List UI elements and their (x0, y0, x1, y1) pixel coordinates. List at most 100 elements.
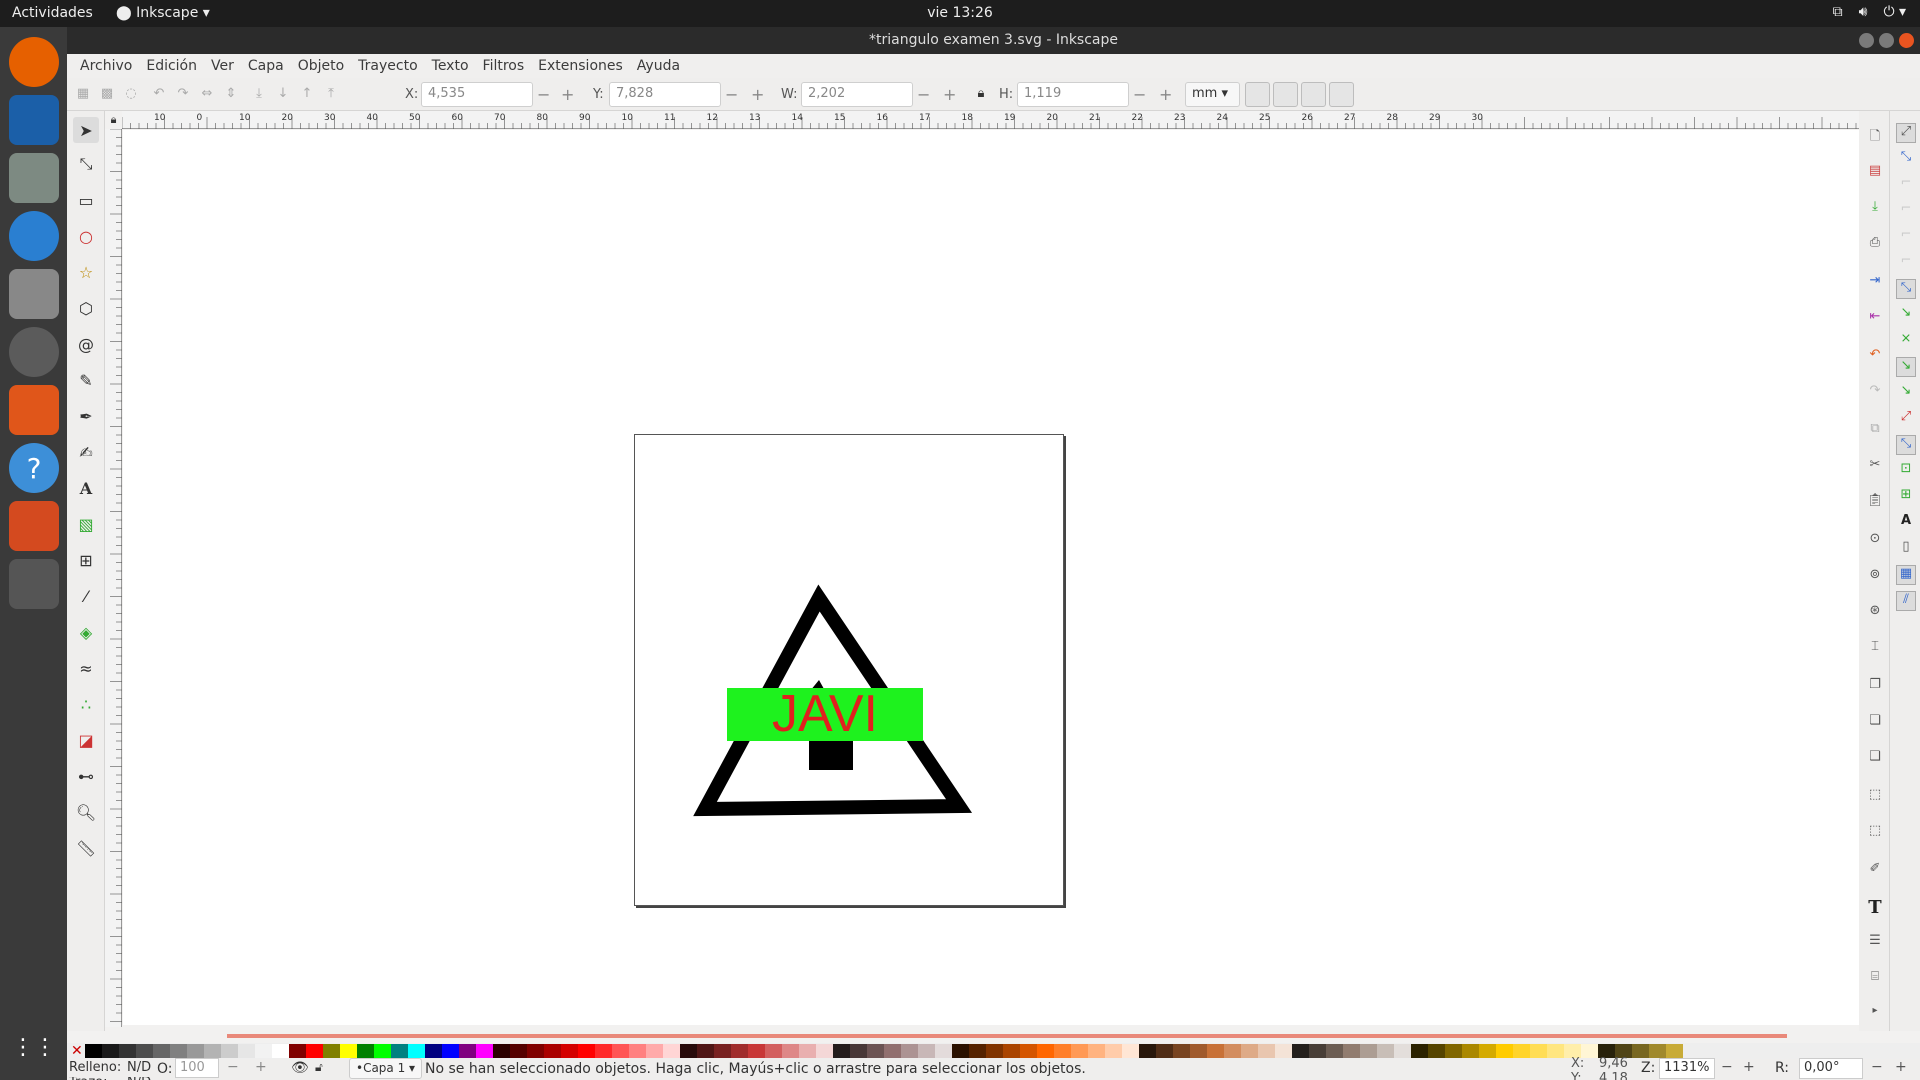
color-swatch[interactable] (969, 1044, 986, 1058)
snap-guides-icon[interactable]: ⫽ (1896, 591, 1916, 611)
opacity-field[interactable]: 100 (175, 1058, 219, 1078)
opacity-increment[interactable]: + (255, 1059, 267, 1075)
color-swatch[interactable] (748, 1044, 765, 1058)
raise-top-icon[interactable]: ⤒ (323, 86, 339, 102)
node-tool-icon[interactable]: ⤡ (73, 151, 99, 177)
rhythmbox-icon[interactable] (9, 327, 59, 377)
color-swatch[interactable] (1207, 1044, 1224, 1058)
zoom-page-icon[interactable]: ⊛ (1865, 603, 1885, 623)
color-swatch[interactable] (1003, 1044, 1020, 1058)
snap-intersections-icon[interactable]: ⨯ (1896, 331, 1916, 351)
text-font-icon[interactable]: T (1865, 897, 1885, 918)
w-increment[interactable]: + (943, 85, 956, 104)
snap-rotation-center-icon[interactable]: ⊞ (1896, 487, 1916, 507)
group-icon[interactable]: ⬚ (1865, 787, 1885, 807)
snap-smooth-nodes-icon[interactable]: ↘ (1896, 383, 1916, 403)
color-swatch[interactable] (289, 1044, 306, 1058)
color-swatch[interactable] (1020, 1044, 1037, 1058)
flip-vertical-icon[interactable]: ⇕ (223, 86, 239, 102)
menu-texto[interactable]: Texto (425, 54, 476, 78)
undo-icon[interactable]: ↶ (1865, 347, 1885, 367)
pen-tool-icon[interactable]: ✒ (73, 403, 99, 429)
color-swatch[interactable] (442, 1044, 459, 1058)
color-swatch[interactable] (1173, 1044, 1190, 1058)
inkscape-icon[interactable] (9, 559, 59, 609)
color-swatch[interactable] (323, 1044, 340, 1058)
color-swatch[interactable] (1258, 1044, 1275, 1058)
gradient-tool-icon[interactable]: ▧ (73, 511, 99, 537)
menu-capa[interactable]: Capa (241, 54, 291, 78)
firefox-icon[interactable] (9, 37, 59, 87)
system-tray[interactable]: ⧉ 🔊︎ ⏻ ▾ (1833, 4, 1906, 20)
lock-ratio-icon[interactable]: 🔒︎ (973, 86, 989, 102)
color-swatch[interactable] (816, 1044, 833, 1058)
menu-ver[interactable]: Ver (204, 54, 241, 78)
h-field[interactable]: 1,119 (1017, 82, 1129, 107)
paste-icon[interactable]: 📋︎ (1865, 493, 1885, 513)
fill-value[interactable]: N/D (127, 1060, 151, 1075)
new-document-icon[interactable]: 🗋︎ (1865, 127, 1885, 147)
guide-lock-icon[interactable]: 🔒︎ (105, 111, 122, 129)
snap-bbox-icon[interactable]: ⤡ (1896, 149, 1916, 169)
zoom-decrement[interactable]: − (1721, 1059, 1733, 1075)
snap-nodes-icon[interactable]: ⤡ (1896, 279, 1916, 299)
w-field[interactable]: 2,202 (801, 82, 913, 107)
color-swatch[interactable] (306, 1044, 323, 1058)
scale-stroke-button[interactable] (1245, 82, 1270, 107)
snap-others-icon[interactable]: ⤡ (1896, 435, 1916, 455)
import-icon[interactable]: ⇥ (1865, 273, 1885, 293)
snap-midpoints-icon[interactable]: ⤢ (1896, 409, 1916, 429)
color-swatch[interactable] (391, 1044, 408, 1058)
fill-stroke-icon[interactable]: ✐ (1865, 861, 1885, 881)
color-swatch[interactable] (629, 1044, 646, 1058)
zoom-drawing-icon[interactable]: ⊚ (1865, 567, 1885, 587)
color-swatch[interactable] (255, 1044, 272, 1058)
more-commands-icon[interactable]: ▸ (1865, 1005, 1885, 1025)
calc-icon[interactable] (9, 153, 59, 203)
vertical-ruler[interactable] (105, 128, 122, 1027)
snap-bbox-midpoints-icon[interactable]: ⌐ (1896, 227, 1916, 247)
connector-tool-icon[interactable]: ⊷ (73, 763, 99, 789)
menu-archivo[interactable]: Archivo (73, 54, 139, 78)
paint-bucket-tool-icon[interactable]: ◈ (73, 619, 99, 645)
color-swatch[interactable] (918, 1044, 935, 1058)
color-swatch[interactable] (459, 1044, 476, 1058)
color-swatch[interactable] (1513, 1044, 1530, 1058)
color-swatch[interactable] (850, 1044, 867, 1058)
color-swatch[interactable] (1649, 1044, 1666, 1058)
color-swatch[interactable] (1224, 1044, 1241, 1058)
drawing-canvas[interactable]: JAVI (123, 130, 1900, 1025)
color-swatch[interactable] (595, 1044, 612, 1058)
help-icon[interactable]: ? (9, 443, 59, 493)
opacity-decrement[interactable]: − (227, 1059, 239, 1075)
lower-bottom-icon[interactable]: ⤓ (251, 86, 267, 102)
color-swatch[interactable] (1547, 1044, 1564, 1058)
snap-grid-icon[interactable]: ▦ (1896, 565, 1916, 585)
color-swatch[interactable] (272, 1044, 289, 1058)
menu-filtros[interactable]: Filtros (476, 54, 532, 78)
eraser-tool-icon[interactable]: ◪ (73, 727, 99, 753)
x-field[interactable]: 4,535 (421, 82, 533, 107)
color-swatch[interactable] (884, 1044, 901, 1058)
3d-box-tool-icon[interactable]: ⬡ (73, 295, 99, 321)
save-document-icon[interactable]: ⤓ (1865, 199, 1885, 219)
ellipse-tool-icon[interactable]: ○ (73, 223, 99, 249)
color-swatch[interactable] (578, 1044, 595, 1058)
writer-icon[interactable] (9, 95, 59, 145)
color-swatch[interactable] (1190, 1044, 1207, 1058)
color-swatch[interactable] (1292, 1044, 1309, 1058)
measure-tool-icon[interactable]: 📏︎ (73, 835, 99, 861)
color-swatch[interactable] (1037, 1044, 1054, 1058)
close-icon[interactable] (1899, 33, 1914, 48)
copy-icon[interactable]: ⧉ (1865, 421, 1885, 441)
color-swatch[interactable] (782, 1044, 799, 1058)
y-field[interactable]: 7,828 (609, 82, 721, 107)
color-swatch[interactable] (1071, 1044, 1088, 1058)
rotate-cw-icon[interactable]: ↷ (175, 86, 191, 102)
menu-edicion[interactable]: Edición (139, 54, 204, 78)
menu-objeto[interactable]: Objeto (291, 54, 351, 78)
software-icon[interactable] (9, 385, 59, 435)
zoom-field[interactable]: 1131% (1659, 1058, 1715, 1079)
color-swatch[interactable] (901, 1044, 918, 1058)
color-swatch[interactable] (1632, 1044, 1649, 1058)
